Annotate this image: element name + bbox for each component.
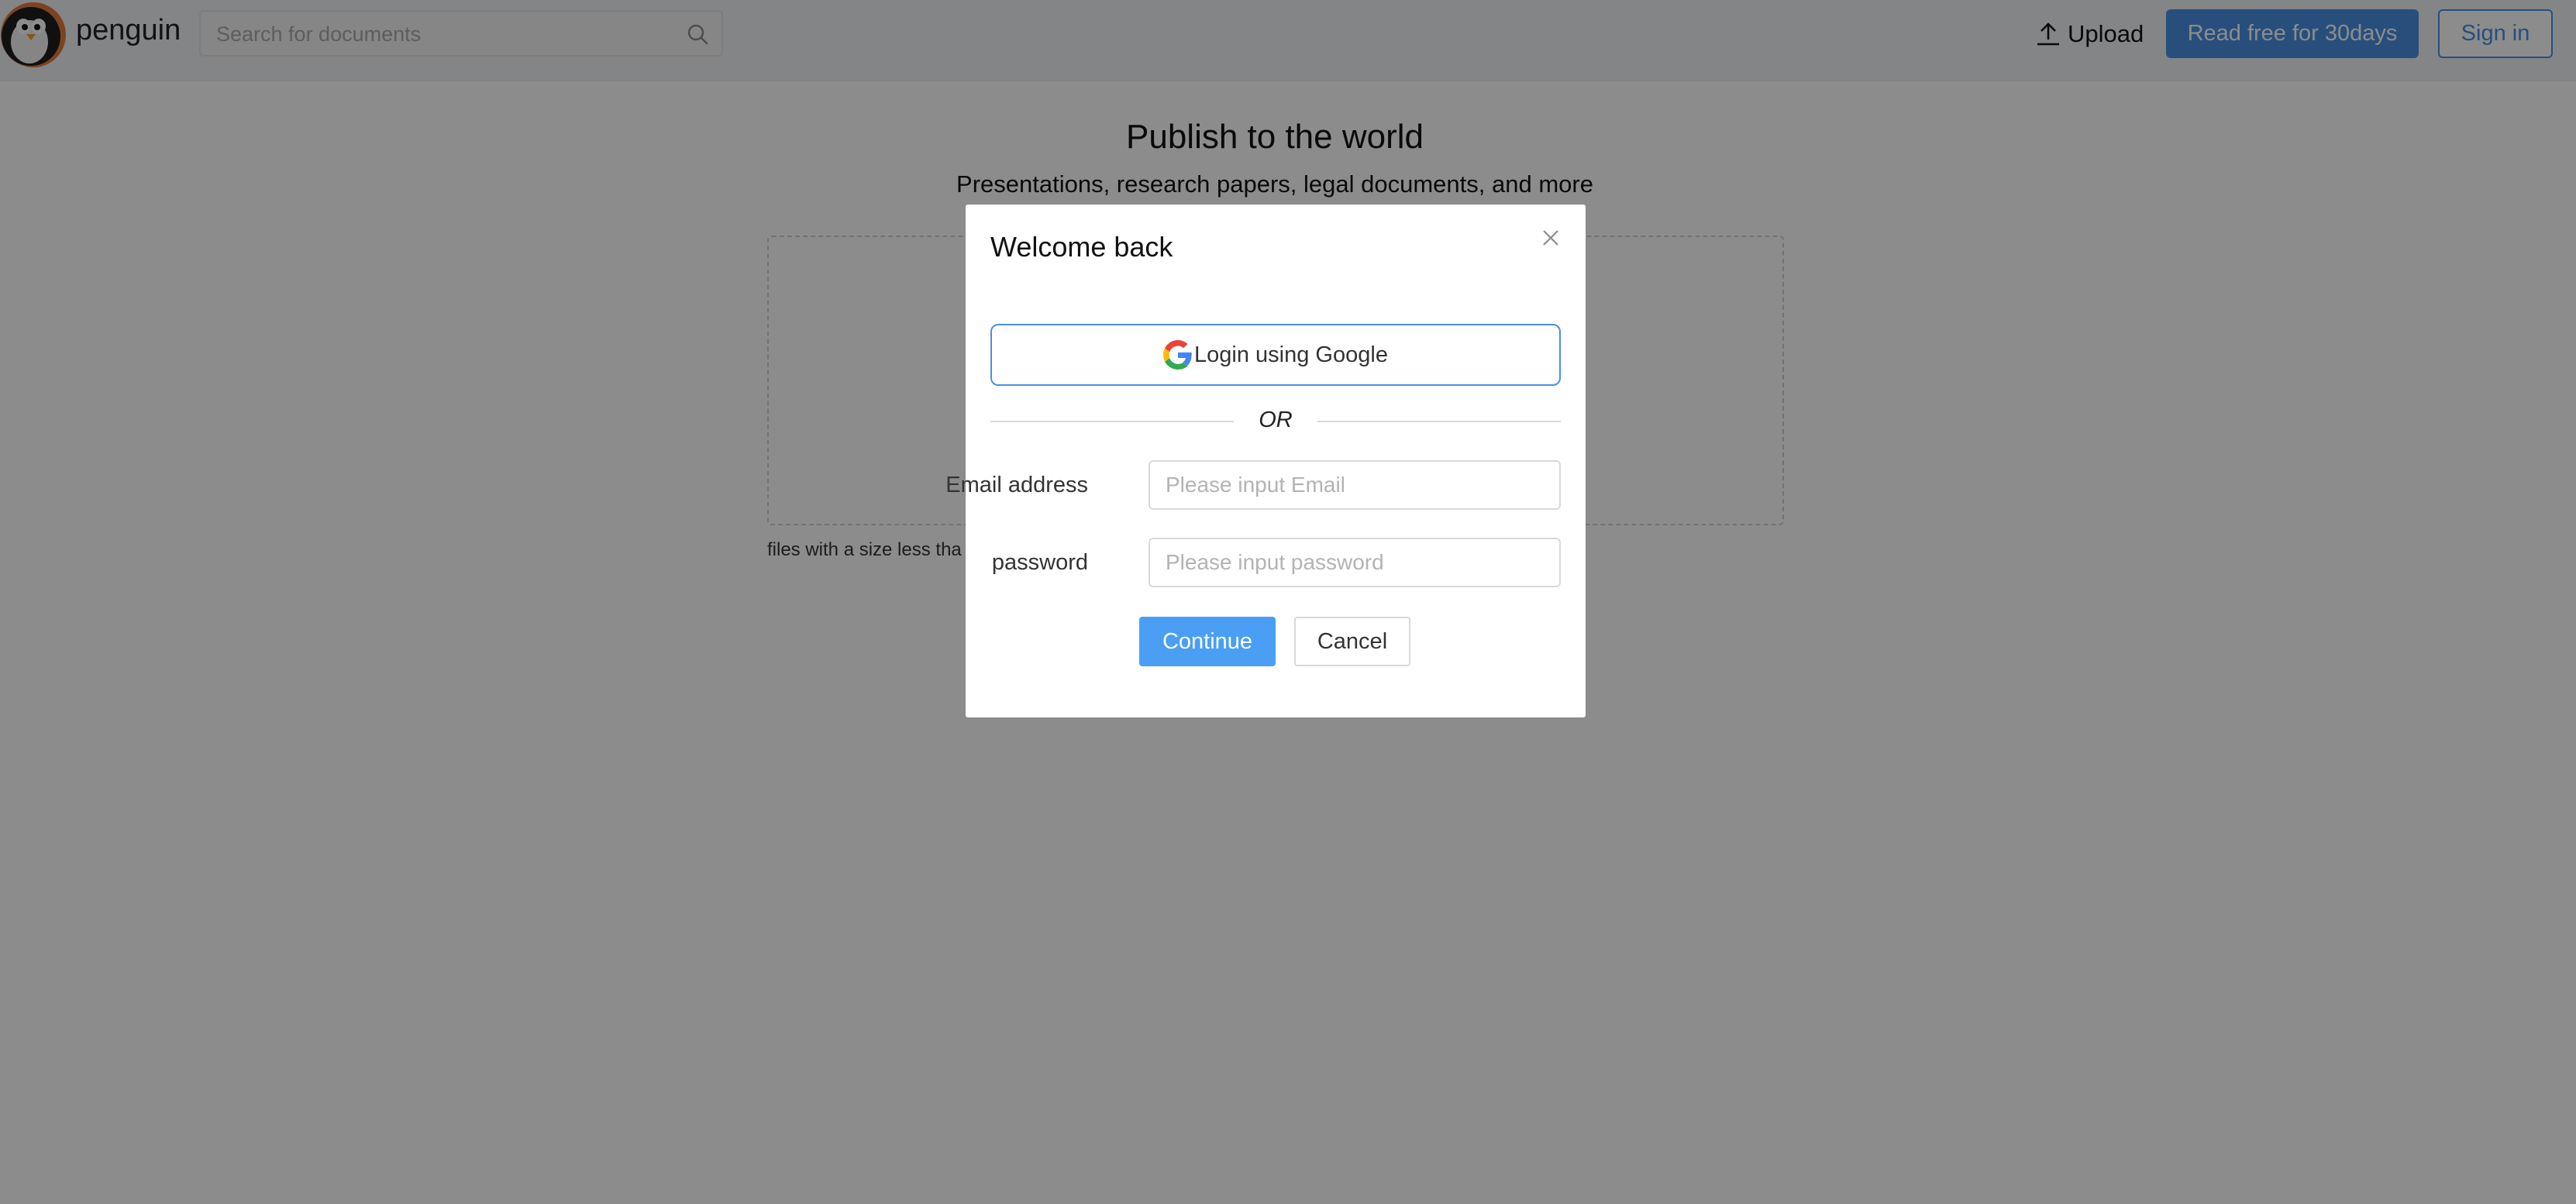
modal-title: Welcome back [990, 231, 1173, 263]
google-login-label: Login using Google [1194, 342, 1388, 367]
or-label: OR [1259, 408, 1293, 432]
google-icon [1163, 340, 1192, 370]
email-label: Email address [945, 473, 1088, 497]
page: penguin Upload Read free for 30days Sign… [0, 0, 2576, 1204]
divider-line-right [1317, 421, 1561, 422]
login-modal: Welcome back Login using Google OR Email… [945, 205, 1586, 717]
or-divider: OR [990, 406, 1561, 437]
divider-line-left [990, 421, 1234, 422]
google-login-button[interactable]: Login using Google [990, 324, 1561, 386]
continue-button[interactable]: Continue [1139, 617, 1276, 666]
password-label: password [991, 550, 1088, 575]
email-field[interactable] [1149, 460, 1561, 510]
password-field[interactable] [1149, 538, 1561, 587]
close-icon[interactable] [1538, 225, 1564, 251]
cancel-button[interactable]: Cancel [1294, 617, 1410, 666]
